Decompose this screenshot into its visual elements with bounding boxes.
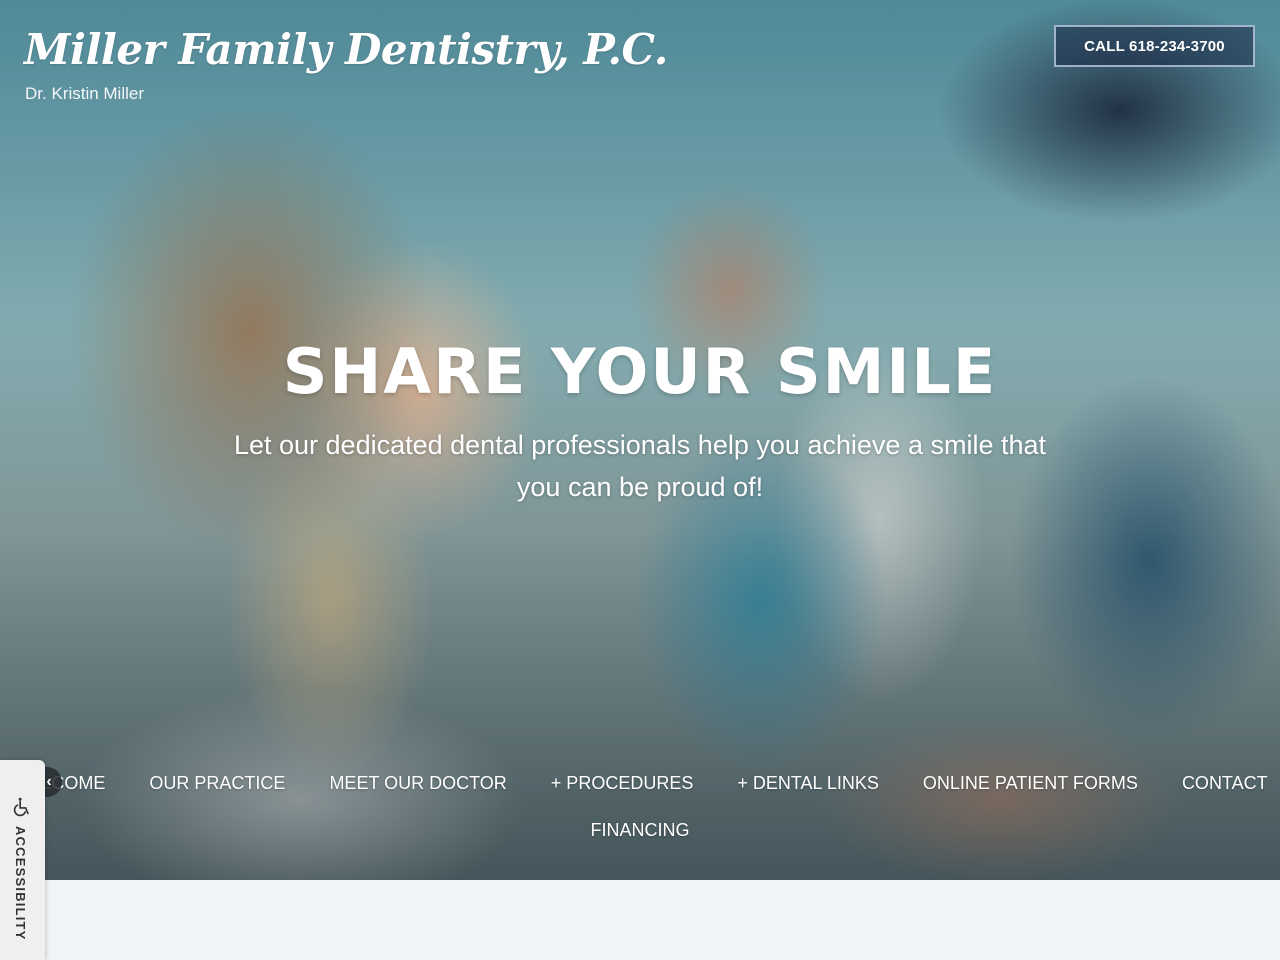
nav-item-financing[interactable]: FINANCING bbox=[569, 820, 712, 841]
accessibility-label: ACCESSIBILITY bbox=[13, 826, 28, 941]
site-subtitle: Dr. Kristin Miller bbox=[25, 84, 145, 103]
main-nav-row-2: FINANCING bbox=[0, 807, 1280, 854]
main-nav: WELCOME OUR PRACTICE MEET OUR DOCTOR + P… bbox=[0, 760, 1280, 854]
accessibility-button[interactable]: ACCESSIBILITY bbox=[0, 760, 45, 960]
brand: Miller Family Dentistry, P.C. Dr. Kristi… bbox=[24, 22, 668, 104]
nav-item-online-patient-forms[interactable]: ONLINE PATIENT FORMS bbox=[901, 773, 1160, 794]
nav-item-contact[interactable]: CONTACT bbox=[1160, 773, 1280, 794]
nav-item-meet-our-doctor[interactable]: MEET OUR DOCTOR bbox=[307, 773, 528, 794]
hero-tagline: Let our dedicated dental professionals h… bbox=[233, 430, 1047, 502]
nav-item-our-practice[interactable]: OUR PRACTICE bbox=[127, 773, 307, 794]
site-title[interactable]: Miller Family Dentistry, P.C. bbox=[24, 22, 668, 78]
page-content-area bbox=[0, 880, 1280, 960]
nav-item-procedures[interactable]: + PROCEDURES bbox=[529, 773, 716, 794]
hero-banner: Miller Family Dentistry, P.C. Dr. Kristi… bbox=[0, 0, 1280, 880]
wheelchair-icon bbox=[13, 797, 29, 817]
call-button[interactable]: CALL 618-234-3700 bbox=[1054, 25, 1255, 67]
nav-item-dental-links[interactable]: + DENTAL LINKS bbox=[715, 773, 901, 794]
main-nav-row-1: WELCOME OUR PRACTICE MEET OUR DOCTOR + P… bbox=[0, 760, 1280, 807]
hero-heading: SHARE YOUR SMILE bbox=[282, 335, 998, 408]
